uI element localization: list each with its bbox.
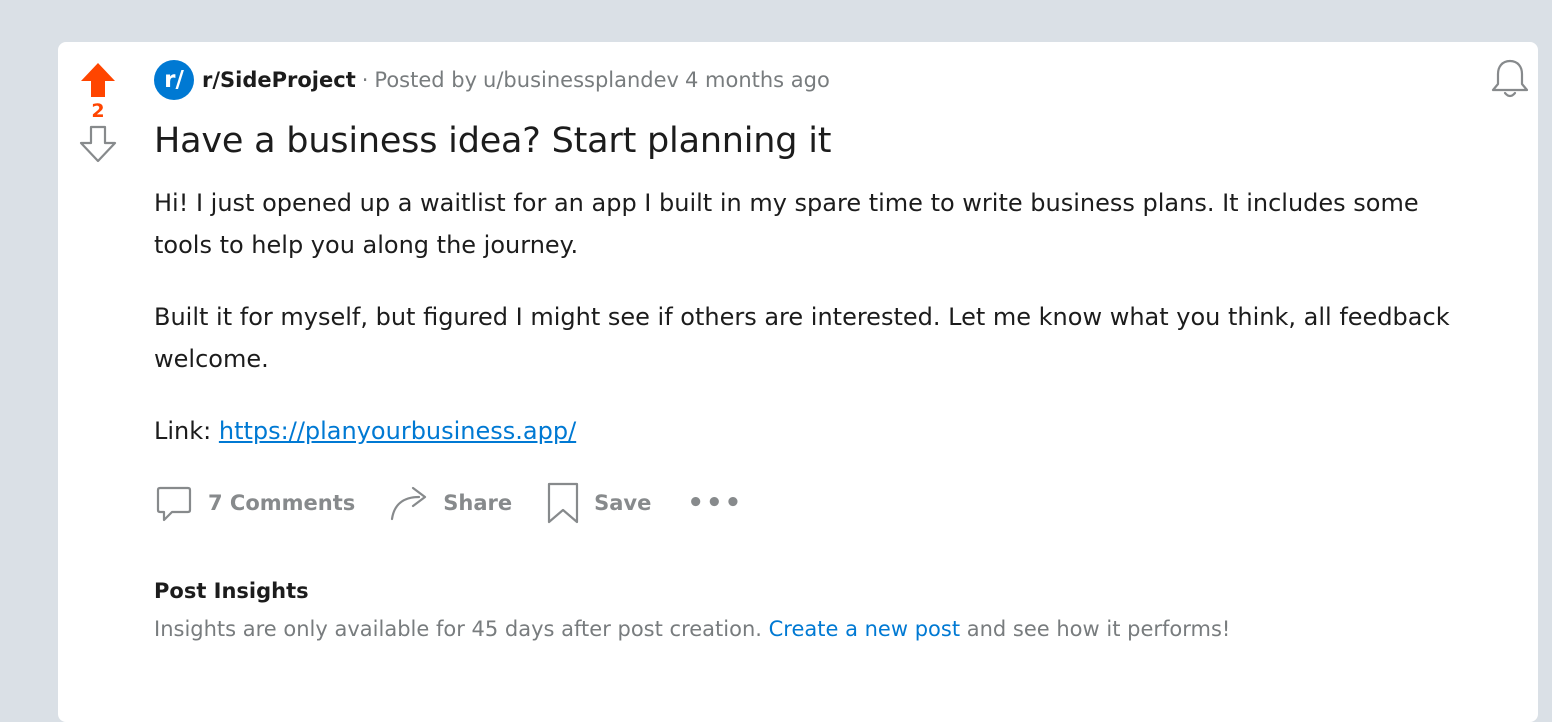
bookmark-icon [546, 482, 580, 524]
subreddit-link[interactable]: r/SideProject [202, 68, 356, 92]
post-actions: 7 Comments Share Save ••• [154, 480, 1484, 526]
upvote-icon [81, 63, 115, 97]
post-title[interactable]: Have a business idea? Start planning it [154, 118, 1484, 164]
share-button[interactable]: Share [389, 483, 512, 523]
notification-bell-button[interactable] [1489, 58, 1531, 100]
post-link-line: Link: https://planyourbusiness.app/ [154, 410, 1484, 452]
link-label: Link: [154, 417, 219, 445]
subreddit-icon[interactable]: r/ [154, 60, 194, 100]
upvote-button[interactable] [78, 60, 118, 100]
bell-icon [1491, 59, 1529, 98]
save-label: Save [594, 491, 652, 515]
post-body: Hi! I just opened up a waitlist for an a… [154, 182, 1484, 452]
post-meta: r/ r/SideProject · Posted by u/businessp… [154, 60, 1484, 100]
save-button[interactable]: Save [546, 482, 651, 524]
post-insights: Post Insights Insights are only availabl… [154, 576, 1484, 644]
post-card: 2 r/ r/SideProject · Posted by u/busines… [58, 42, 1538, 722]
author-link[interactable]: u/businessplandev [483, 68, 679, 92]
post-external-link[interactable]: https://planyourbusiness.app/ [219, 417, 576, 445]
vote-column: 2 [78, 60, 118, 164]
downvote-icon [79, 125, 117, 163]
post-timestamp[interactable]: 4 months ago [685, 68, 830, 92]
comments-label: 7 Comments [208, 491, 356, 515]
post-paragraph: Built it for myself, but figured I might… [154, 303, 1450, 373]
insights-text-after: and see how it performs! [960, 617, 1231, 641]
post-content: r/ r/SideProject · Posted by u/businessp… [154, 60, 1484, 644]
share-icon [389, 483, 429, 523]
more-options-button[interactable]: ••• [687, 488, 743, 518]
comment-icon [154, 483, 194, 523]
post-paragraph: Hi! I just opened up a waitlist for an a… [154, 189, 1419, 259]
meta-separator: · [361, 68, 369, 92]
downvote-button[interactable] [78, 124, 118, 164]
insights-title: Post Insights [154, 579, 309, 603]
vote-score: 2 [91, 100, 105, 122]
create-post-link[interactable]: Create a new post [769, 617, 960, 641]
insights-text: Insights are only available for 45 days … [154, 614, 1484, 644]
posted-by-label: Posted by [374, 68, 478, 92]
share-label: Share [443, 491, 513, 515]
comments-button[interactable]: 7 Comments [154, 483, 355, 523]
insights-text-before: Insights are only available for 45 days … [154, 617, 769, 641]
